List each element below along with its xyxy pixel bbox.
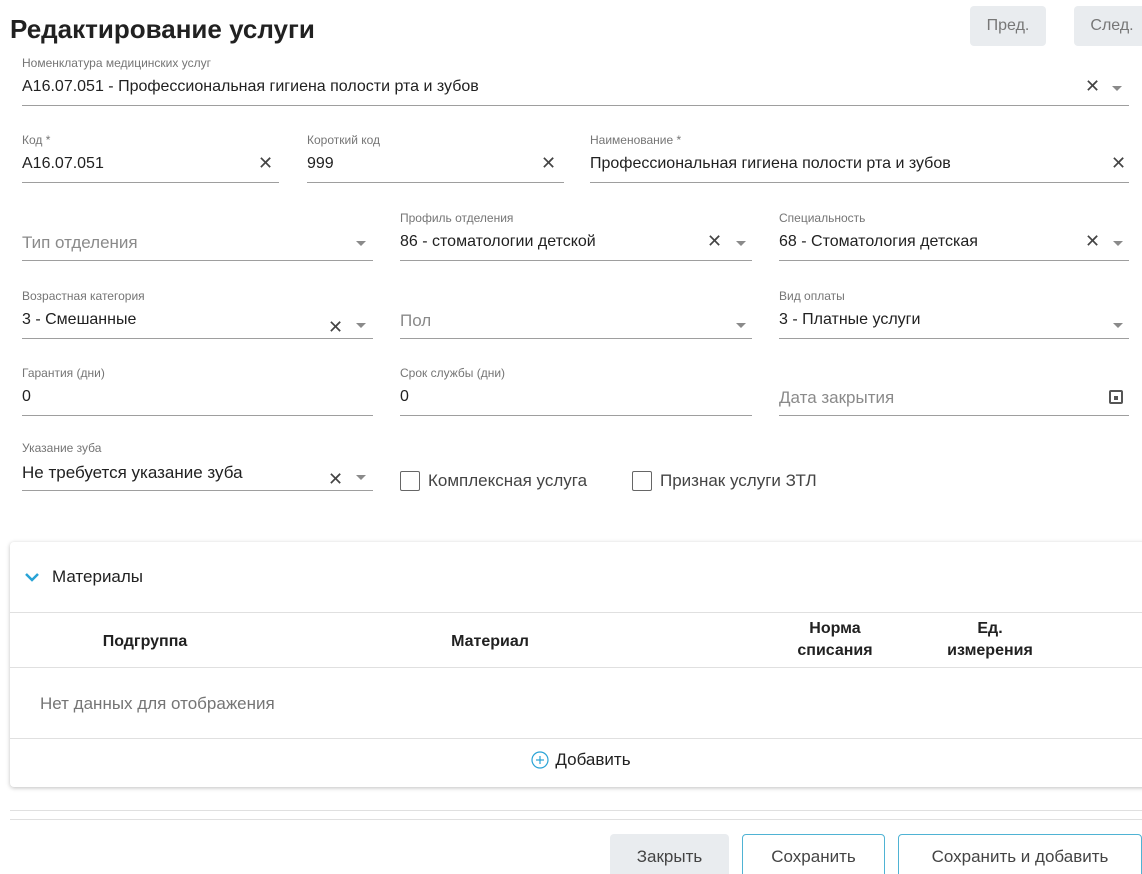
column-material[interactable]: Материал — [410, 631, 570, 653]
chevron-down-icon[interactable] — [1113, 323, 1123, 328]
column-norm[interactable]: Норма списания — [780, 618, 890, 662]
department-type-placeholder: Тип отделения — [22, 233, 138, 252]
service-life-value: 0 — [400, 388, 409, 405]
warranty-label: Гарантия (дни) — [22, 366, 105, 380]
tooth-label: Указание зуба — [22, 441, 102, 455]
add-material-button[interactable]: Добавить — [10, 750, 1142, 770]
specialty-label: Специальность — [779, 211, 866, 225]
specialty-select[interactable]: Специальность 68 - Стоматология детская … — [779, 211, 1129, 261]
payment-type-value: 3 - Платные услуги — [779, 311, 921, 328]
clear-icon[interactable]: ✕ — [1085, 231, 1100, 252]
divider — [10, 667, 1142, 668]
save-button[interactable]: Сохранить — [742, 834, 885, 874]
sex-placeholder: Пол — [400, 311, 432, 330]
short-code-label: Короткий код — [307, 133, 381, 147]
close-date-placeholder: Дата закрытия — [779, 388, 895, 407]
nomenclature-select[interactable]: Номенклатура медицинских услуг A16.07.05… — [22, 56, 1129, 106]
short-code-field[interactable]: Короткий код 999 ✕ — [307, 133, 564, 183]
ztl-service-label: Признак услуги ЗТЛ — [660, 471, 817, 490]
clear-icon[interactable]: ✕ — [258, 153, 273, 174]
short-code-value: 999 — [307, 155, 334, 172]
divider — [10, 738, 1142, 739]
nomenclature-label: Номенклатура медицинских услуг — [22, 56, 211, 70]
tooth-select[interactable]: Указание зуба Не требуется указание зуба… — [22, 441, 373, 491]
prev-button[interactable]: Пред. — [970, 6, 1046, 46]
save-and-add-button[interactable]: Сохранить и добавить — [898, 834, 1142, 874]
plus-circle-icon — [531, 751, 550, 769]
chevron-down-icon[interactable] — [24, 571, 40, 583]
code-value: A16.07.051 — [22, 155, 104, 172]
chevron-down-icon[interactable] — [736, 323, 746, 328]
column-norm-line2: списания — [797, 642, 873, 659]
materials-panel: Материалы Подгруппа Материал Норма списа… — [10, 542, 1142, 787]
next-button[interactable]: След. — [1074, 6, 1142, 46]
department-profile-select[interactable]: Профиль отделения 86 - стоматологии детс… — [400, 211, 752, 261]
column-norm-line1: Норма — [809, 620, 861, 637]
tooth-value: Не требуется указание зуба — [22, 463, 243, 482]
department-type-select[interactable]: Тип отделения — [22, 211, 373, 261]
clear-icon[interactable]: ✕ — [328, 317, 343, 338]
payment-type-select[interactable]: Вид оплаты 3 - Платные услуги — [779, 289, 1129, 339]
add-material-label: Добавить — [555, 750, 631, 769]
service-life-label: Срок службы (дни) — [400, 366, 506, 380]
checkbox-box[interactable] — [632, 471, 652, 491]
column-subgroup[interactable]: Подгруппа — [70, 631, 220, 653]
chevron-down-icon[interactable] — [1112, 86, 1122, 91]
column-unit-line1: Ед. — [977, 620, 1003, 637]
footer-divider — [10, 819, 1142, 820]
complex-service-label: Комплексная услуга — [428, 471, 588, 490]
close-button[interactable]: Закрыть — [610, 834, 729, 874]
warranty-field[interactable]: Гарантия (дни) 0 — [22, 366, 373, 416]
clear-icon[interactable]: ✕ — [328, 469, 343, 490]
chevron-down-icon[interactable] — [736, 241, 746, 246]
clear-icon[interactable]: ✕ — [1111, 153, 1126, 174]
materials-header[interactable]: Материалы — [10, 542, 1142, 612]
chevron-down-icon[interactable] — [356, 241, 366, 246]
chevron-down-icon[interactable] — [356, 475, 366, 480]
chevron-down-icon[interactable] — [356, 323, 366, 328]
department-profile-label: Профиль отделения — [400, 211, 514, 225]
materials-title: Материалы — [52, 567, 144, 586]
name-field[interactable]: Наименование * Профессиональная гигиена … — [590, 133, 1129, 183]
department-profile-value: 86 - стоматологии детской — [400, 233, 596, 250]
calendar-icon[interactable] — [1109, 390, 1123, 404]
code-field[interactable]: Код * A16.07.051 ✕ — [22, 133, 279, 183]
sex-select[interactable]: Пол — [400, 289, 752, 339]
code-label: Код * — [22, 133, 51, 147]
nomenclature-value: A16.07.051 - Профессиональная гигиена по… — [22, 78, 479, 95]
service-life-field[interactable]: Срок службы (дни) 0 — [400, 366, 752, 416]
footer-divider — [10, 810, 1142, 811]
payment-type-label: Вид оплаты — [779, 289, 845, 303]
clear-icon[interactable]: ✕ — [1085, 76, 1100, 97]
clear-icon[interactable]: ✕ — [707, 231, 722, 252]
specialty-value: 68 - Стоматология детская — [779, 233, 978, 250]
chevron-down-icon[interactable] — [1113, 241, 1123, 246]
age-category-select[interactable]: Возрастная категория 3 - Смешанные ✕ — [22, 289, 373, 339]
age-category-value: 3 - Смешанные — [22, 311, 137, 328]
warranty-value: 0 — [22, 388, 31, 405]
name-label: Наименование * — [590, 133, 682, 147]
checkbox-box[interactable] — [400, 471, 420, 491]
column-unit-line2: измерения — [947, 642, 1033, 659]
ztl-service-checkbox[interactable]: Признак услуги ЗТЛ — [632, 471, 817, 491]
page-title: Редактирование услуги — [10, 14, 315, 44]
age-category-label: Возрастная категория — [22, 289, 145, 303]
empty-message: Нет данных для отображения — [40, 694, 275, 713]
close-date-field[interactable]: Дата закрытия — [779, 366, 1129, 416]
complex-service-checkbox[interactable]: Комплексная услуга — [400, 471, 587, 491]
divider — [10, 612, 1142, 613]
name-value: Профессиональная гигиена полости рта и з… — [590, 155, 951, 172]
clear-icon[interactable]: ✕ — [541, 153, 556, 174]
column-unit[interactable]: Ед. измерения — [930, 618, 1050, 662]
